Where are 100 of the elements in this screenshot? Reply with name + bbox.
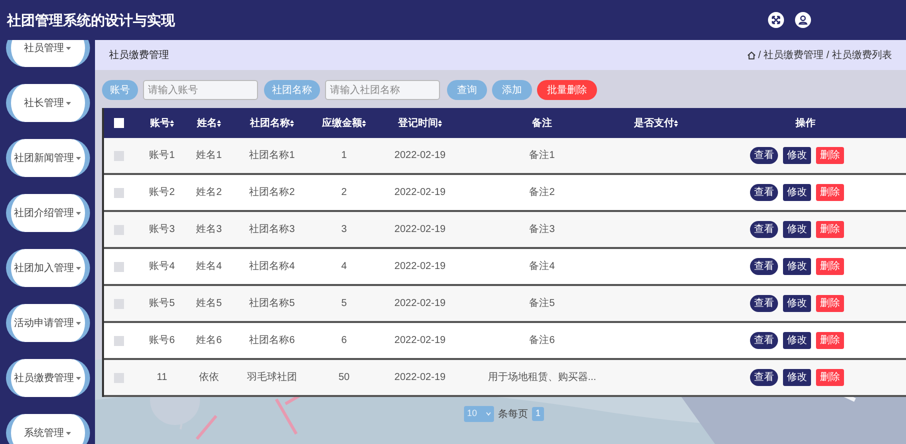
checkbox[interactable] <box>114 336 124 346</box>
table-cell-text: 账号2 <box>149 186 175 200</box>
delete-button[interactable]: 删除 <box>816 369 844 386</box>
table-cell-text: 备注2 <box>529 186 555 200</box>
fullscreen-icon[interactable] <box>768 12 784 28</box>
user-icon[interactable] <box>795 12 811 28</box>
search-field[interactable]: 请输入账号 <box>143 80 258 100</box>
view-button[interactable]: 查看 <box>750 221 778 238</box>
column-header[interactable]: 应缴金额 <box>322 116 366 130</box>
table-cell-text: 账号6 <box>149 334 175 348</box>
chevron-icon <box>486 412 491 416</box>
view-button[interactable]: 查看 <box>750 258 778 275</box>
column-header[interactable]: 社团名称 <box>250 116 294 130</box>
sort-icon[interactable] <box>674 120 678 126</box>
checkbox[interactable] <box>114 188 124 198</box>
edit-button[interactable]: 修改 <box>783 221 811 238</box>
column-header: 操作 <box>796 116 816 130</box>
view-button[interactable]: 查看 <box>750 295 778 312</box>
table-cell-text: 姓名1 <box>196 149 222 163</box>
table-cell-text: 备注4 <box>529 260 555 274</box>
caret-icon <box>76 156 81 160</box>
search-field[interactable]: 请输入社团名称 <box>325 80 440 100</box>
checkbox[interactable] <box>114 372 124 382</box>
caret-icon <box>66 432 71 434</box>
table-cell-text: 账号5 <box>149 296 175 311</box>
column-header: 备注 <box>532 116 552 130</box>
caret-icon <box>76 322 81 324</box>
table-cell-text: 社团名称6 <box>249 334 295 348</box>
table-cell-text: 2022-02-19 <box>394 260 446 274</box>
sidebar-item[interactable]: 社员管理 <box>6 40 90 67</box>
edit-button[interactable]: 修改 <box>783 332 811 349</box>
caret-icon <box>76 266 81 270</box>
sidebar-item[interactable]: 社长管理 <box>6 84 90 122</box>
view-button[interactable]: 查看 <box>750 184 778 201</box>
table-cell-text: 6 <box>341 334 347 348</box>
table-cell-text: 2022-02-19 <box>394 297 446 311</box>
table-cell-text: 社团名称2 <box>249 186 295 200</box>
column-header[interactable]: 登记时间 <box>398 116 442 130</box>
table-cell-text: 姓名5 <box>196 297 222 311</box>
edit-button[interactable]: 修改 <box>783 258 811 275</box>
delete-button[interactable]: 删除 <box>816 184 844 201</box>
table-cell-text: 2022-02-19 <box>394 149 446 163</box>
home-icon[interactable] <box>747 50 756 60</box>
table-cell-text: 姓名4 <box>196 260 222 274</box>
sidebar-item[interactable]: 社员缴费管理 <box>6 359 90 397</box>
table-cell-text: 2022-02-19 <box>394 371 446 385</box>
table-cell-text: 1 <box>341 149 347 163</box>
table-cell-text: 备注5 <box>529 296 555 311</box>
table-cell-text: 2022-02-19 <box>394 186 446 200</box>
table-cell-text: 依依 <box>199 371 219 385</box>
table-cell-text: 社团名称4 <box>249 260 295 274</box>
view-button[interactable]: 查看 <box>750 147 778 164</box>
column-header[interactable]: 是否支付 <box>634 116 678 130</box>
table-cell-text: 社团名称5 <box>249 296 295 311</box>
delete-button[interactable]: 删除 <box>816 332 844 349</box>
delete-button[interactable]: 删除 <box>816 258 844 275</box>
delete-button[interactable]: 删除 <box>816 295 844 312</box>
checkbox[interactable] <box>114 262 124 272</box>
delete-button[interactable]: 删除 <box>816 221 844 238</box>
view-button[interactable]: 查看 <box>750 332 778 349</box>
checkbox[interactable] <box>114 118 124 128</box>
sort-icon[interactable] <box>217 120 221 126</box>
table-cell-text: 姓名2 <box>196 186 222 200</box>
edit-button[interactable]: 修改 <box>783 295 811 312</box>
app-title: 社团管理系统的设计与实现 <box>7 10 175 30</box>
checkbox[interactable] <box>114 298 124 308</box>
sidebar-item[interactable]: 社团新闻管理 <box>6 139 90 177</box>
table-cell-text: 备注6 <box>529 334 555 348</box>
table-cell-text: 账号1 <box>149 148 175 163</box>
table-cell-text: 用于场地租赁、购买器... <box>488 370 596 385</box>
sidebar-item[interactable]: 系统管理 <box>6 414 90 444</box>
sort-icon[interactable] <box>362 120 366 126</box>
table-cell-text: 备注1 <box>529 148 555 163</box>
column-header[interactable]: 账号 <box>150 116 174 130</box>
sidebar-item[interactable]: 活动申请管理 <box>6 304 90 342</box>
edit-button[interactable]: 修改 <box>783 184 811 201</box>
sidebar-item[interactable]: 社团介绍管理 <box>6 194 90 232</box>
column-header[interactable]: 姓名 <box>197 116 221 130</box>
table-cell-text: 账号3 <box>149 222 175 237</box>
field-label: 账号 <box>102 80 138 100</box>
table-cell-text: 社团名称3 <box>249 222 295 237</box>
delete-button[interactable]: 删除 <box>816 147 844 164</box>
table-cell-text: 5 <box>341 297 347 311</box>
sidebar-item[interactable]: 社团加入管理 <box>6 249 90 287</box>
table-cell-text: 2022-02-19 <box>394 223 446 237</box>
view-button[interactable]: 查看 <box>750 369 778 386</box>
table-cell-text: 姓名6 <box>196 334 222 348</box>
field-label: 社团名称 <box>264 80 320 100</box>
table-cell-text: 社团名称1 <box>249 148 295 163</box>
table-cell-text: 11 <box>156 371 168 385</box>
edit-button[interactable]: 修改 <box>783 147 811 164</box>
edit-button[interactable]: 修改 <box>783 369 811 386</box>
checkbox[interactable] <box>114 224 124 234</box>
page-title: 社员缴费管理 <box>109 48 169 62</box>
checkbox[interactable] <box>114 150 124 160</box>
sort-icon[interactable] <box>290 120 294 126</box>
table-cell-text: 50 <box>338 371 350 385</box>
sort-icon[interactable] <box>438 120 442 126</box>
table-cell-text: 姓名3 <box>196 223 222 237</box>
sort-icon[interactable] <box>170 120 174 126</box>
